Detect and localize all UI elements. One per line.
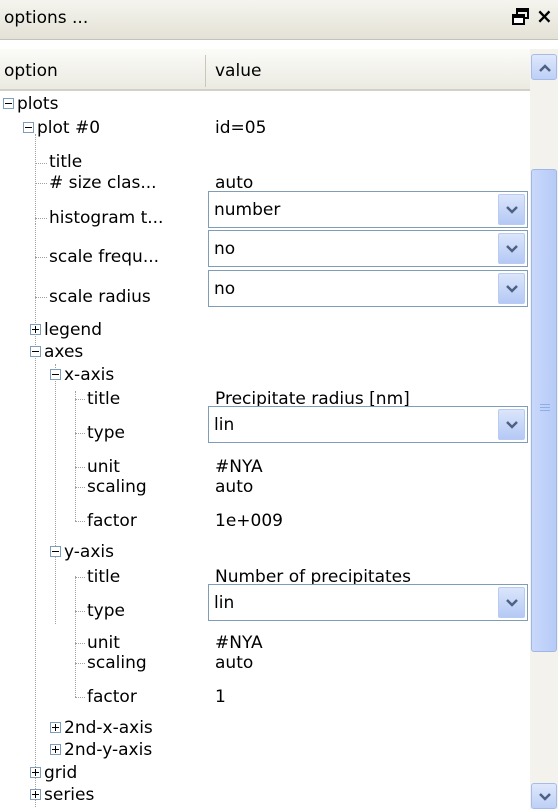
tree-node-plots[interactable]: plots	[17, 94, 58, 114]
expand-toggle-icon[interactable]	[30, 789, 41, 800]
x-axis-scaling-label[interactable]: scaling	[87, 477, 147, 497]
tree-connector	[55, 364, 56, 624]
x-axis-type-value: lin	[214, 415, 235, 435]
plot0-value[interactable]: id=05	[215, 118, 266, 138]
tree-node-y-axis[interactable]: y-axis	[64, 542, 114, 562]
tree-node-plot0[interactable]: plot #0	[37, 118, 100, 138]
tree-node-scale-frequency[interactable]: scale frequ...	[49, 247, 159, 267]
tree-connector	[35, 163, 47, 164]
close-icon[interactable]: ×	[536, 5, 553, 27]
tree-connector	[75, 521, 85, 522]
tree-connector	[35, 218, 47, 219]
scale-radius-dropdown[interactable]: no	[208, 270, 528, 307]
tree-connector	[75, 467, 85, 468]
chevron-down-icon[interactable]	[498, 233, 525, 264]
x-axis-factor-label[interactable]: factor	[87, 511, 137, 531]
vertical-scrollbar[interactable]	[530, 49, 558, 809]
scroll-thumb[interactable]	[531, 169, 557, 652]
tree-connector	[75, 576, 76, 697]
tree-connector	[75, 663, 85, 664]
y-axis-factor-label[interactable]: factor	[87, 687, 137, 707]
chevron-down-icon[interactable]	[498, 273, 525, 304]
tree-node-axes[interactable]: axes	[44, 342, 83, 362]
histogram-type-dropdown[interactable]: number	[208, 191, 528, 228]
tree-node-legend[interactable]: legend	[44, 320, 102, 340]
collapse-toggle-icon[interactable]	[50, 369, 61, 380]
tree-connector	[35, 224, 36, 297]
tree-node-2nd-y-axis[interactable]: 2nd-y-axis	[64, 740, 152, 760]
tree-node-scale-radius[interactable]: scale radius	[49, 287, 151, 307]
expand-toggle-icon[interactable]	[30, 767, 41, 778]
y-axis-type-value: lin	[214, 593, 235, 613]
tree-connector	[35, 257, 47, 258]
collapse-toggle-icon[interactable]	[23, 122, 34, 133]
y-axis-title-label[interactable]: title	[87, 567, 120, 587]
scale-frequency-value: no	[214, 239, 236, 259]
column-header-value[interactable]: value	[215, 61, 261, 81]
x-axis-type-label[interactable]: type	[87, 423, 125, 443]
y-axis-scaling-value[interactable]: auto	[215, 653, 253, 673]
restore-window-icon[interactable]	[511, 6, 531, 28]
x-axis-unit-value[interactable]: #NYA	[215, 457, 263, 477]
grip-icon	[540, 404, 550, 413]
window-title: options ...	[4, 8, 89, 28]
tree-connector	[35, 134, 36, 224]
chevron-down-icon[interactable]	[498, 587, 525, 618]
size-classes-value[interactable]: auto	[215, 173, 253, 193]
tree-node-grid[interactable]: grid	[44, 763, 77, 783]
collapse-toggle-icon[interactable]	[30, 346, 41, 357]
tree-node-size-classes[interactable]: # size clas...	[49, 173, 157, 193]
collapse-toggle-icon[interactable]	[3, 98, 14, 109]
scale-frequency-dropdown[interactable]: no	[208, 230, 528, 267]
expand-toggle-icon[interactable]	[50, 722, 61, 733]
y-axis-unit-label[interactable]: unit	[87, 633, 120, 653]
tree-connector	[35, 297, 36, 807]
scroll-down-button[interactable]	[531, 783, 557, 809]
y-axis-type-label[interactable]: type	[87, 601, 125, 621]
x-axis-factor-value[interactable]: 1e+009	[215, 511, 283, 531]
tree-connector	[75, 433, 85, 434]
spacer	[0, 40, 558, 49]
x-axis-unit-label[interactable]: unit	[87, 457, 120, 477]
tree-node-histogram-type[interactable]: histogram t...	[49, 208, 163, 228]
column-header: option value	[0, 49, 530, 91]
tree-node-title[interactable]: title	[49, 152, 82, 172]
scroll-up-button[interactable]	[531, 54, 557, 80]
tree-node-x-axis[interactable]: x-axis	[64, 365, 114, 385]
chevron-down-icon[interactable]	[498, 409, 525, 440]
tree-connector	[75, 577, 85, 578]
tree-connector	[75, 697, 85, 698]
options-tree[interactable]: plots plot #0 id=05 title # size clas...…	[0, 91, 530, 809]
x-axis-type-dropdown[interactable]: lin	[208, 406, 528, 443]
column-header-option[interactable]: option	[4, 61, 58, 81]
tree-connector	[75, 487, 85, 488]
y-axis-unit-value[interactable]: #NYA	[215, 633, 263, 653]
y-axis-type-dropdown[interactable]: lin	[208, 584, 528, 621]
collapse-toggle-icon[interactable]	[50, 546, 61, 557]
x-axis-scaling-value[interactable]: auto	[215, 477, 253, 497]
window-titlebar: options ... ×	[0, 0, 558, 40]
chevron-down-icon[interactable]	[498, 194, 525, 225]
tree-connector	[35, 183, 47, 184]
tree-node-series[interactable]: series	[44, 785, 94, 805]
tree-node-2nd-x-axis[interactable]: 2nd-x-axis	[64, 718, 153, 738]
expand-toggle-icon[interactable]	[30, 324, 41, 335]
column-divider[interactable]	[205, 55, 206, 87]
tree-connector	[35, 297, 47, 298]
tree-connector	[75, 399, 85, 400]
expand-toggle-icon[interactable]	[50, 744, 61, 755]
histogram-type-value: number	[214, 200, 281, 220]
tree-connector	[75, 391, 76, 521]
y-axis-scaling-label[interactable]: scaling	[87, 653, 147, 673]
tree-connector	[75, 611, 85, 612]
y-axis-factor-value[interactable]: 1	[215, 687, 226, 707]
tree-connector	[75, 643, 85, 644]
scale-radius-value: no	[214, 279, 236, 299]
x-axis-title-label[interactable]: title	[87, 389, 120, 409]
